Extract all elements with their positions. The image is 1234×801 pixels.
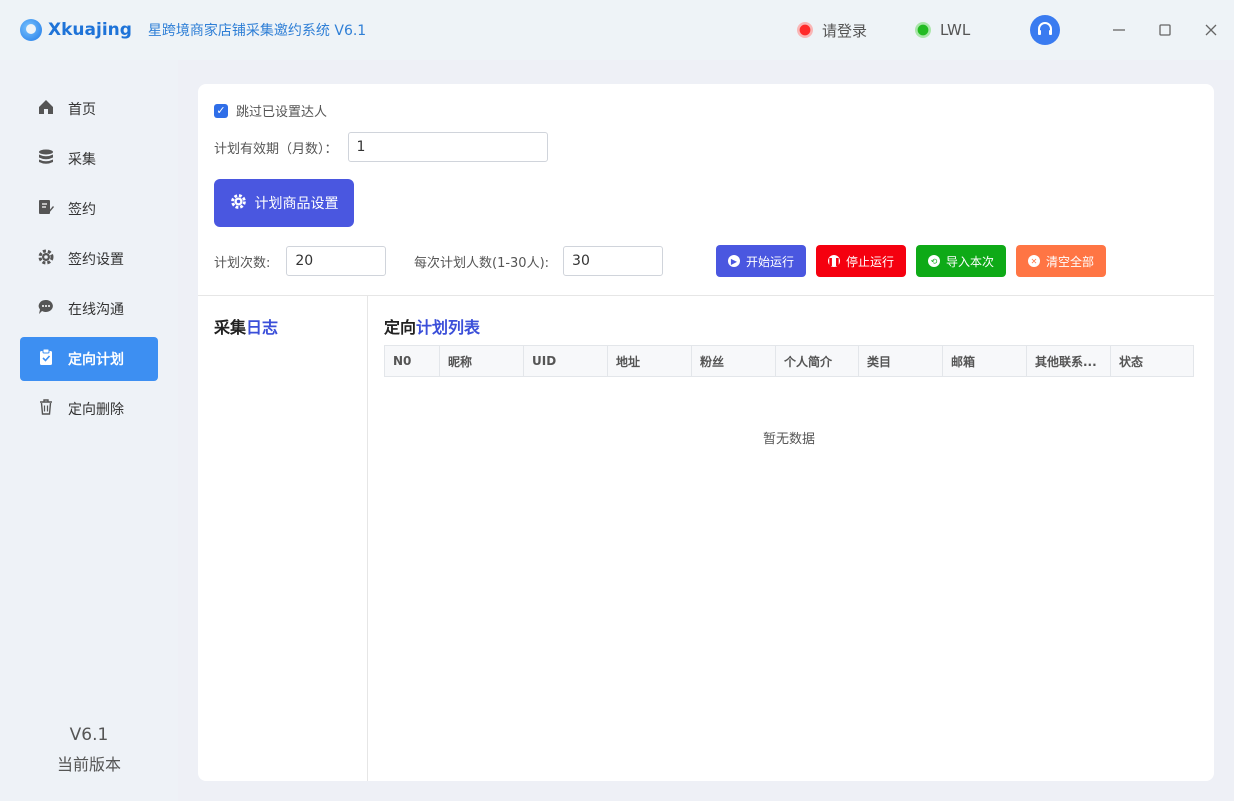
title-bar: Xkuajing 星跨境商家店铺采集邀约系统 V6.1 请登录 LWL [0, 0, 1234, 60]
skip-option[interactable]: ✓ 跳过已设置达人 [214, 101, 327, 120]
minimize-button[interactable] [1107, 18, 1131, 42]
sidebar-item-label: 定向删除 [68, 402, 124, 418]
column-header[interactable]: 个人简介 [776, 346, 859, 376]
sidebar-item-sign-settings[interactable]: 签约设置 [20, 237, 158, 281]
sidebar-item-collect[interactable]: 采集 [20, 137, 158, 181]
version-number: V6.1 [69, 725, 109, 745]
log-title-accent: 日志 [246, 318, 279, 337]
per-plan-row: 每次计划人数(1-30人): 30 [414, 246, 664, 276]
status-dot-green-icon [915, 22, 932, 38]
maximize-button[interactable] [1153, 18, 1177, 42]
gear-icon [36, 248, 56, 270]
version-label: 当前版本 [56, 755, 121, 774]
skip-label: 跳过已设置达人 [236, 105, 328, 120]
per-plan-input[interactable]: 30 [563, 246, 664, 276]
sidebar-item-home[interactable]: 首页 [20, 87, 158, 131]
per-plan-label: 每次计划人数(1-30人): [414, 255, 550, 271]
stop-run-label: 停止运行 [845, 254, 894, 269]
minimize-icon [1113, 29, 1125, 31]
log-title-part: 采集 [214, 318, 247, 337]
sidebar-item-label: 定向计划 [68, 352, 124, 368]
column-header[interactable]: 粉丝 [692, 346, 776, 376]
sidebar-item-sign[interactable]: 签约 [20, 187, 158, 231]
log-title: 采集日志 [214, 314, 278, 338]
horizontal-divider [198, 295, 1214, 296]
clipboard-check-icon [36, 348, 56, 370]
skip-checkbox[interactable]: ✓ [214, 103, 228, 118]
gear-icon [230, 193, 247, 214]
sidebar-item-chat[interactable]: 在线沟通 [20, 287, 158, 331]
trash-icon [36, 398, 56, 420]
validity-row: 计划有效期（月数）： 1 [214, 132, 548, 162]
vertical-divider [367, 295, 368, 781]
import-icon: ⟲ [927, 255, 940, 267]
clear-icon: ✕ [1027, 255, 1040, 267]
column-header[interactable]: UID [524, 346, 608, 376]
empty-state-text: 暂无数据 [762, 432, 815, 447]
import-current-button[interactable]: ⟲ 导入本次 [916, 245, 1006, 277]
user-status[interactable]: LWL [915, 21, 970, 39]
app-logo: Xkuajing [20, 19, 132, 41]
validity-label: 计划有效期（月数）： [214, 141, 338, 157]
plan-count-row: 计划次数: 20 [214, 246, 387, 276]
close-button[interactable] [1199, 18, 1223, 42]
plan-goods-settings-button[interactable]: 计划商品设置 [214, 179, 354, 227]
database-icon [36, 148, 56, 170]
plan-goods-settings-label: 计划商品设置 [254, 196, 339, 212]
close-icon [1205, 24, 1217, 36]
column-header[interactable]: 邮箱 [943, 346, 1027, 376]
maximize-icon [1159, 24, 1171, 36]
stop-run-button[interactable]: ❚❚ 停止运行 [816, 245, 906, 277]
sidebar-item-label: 采集 [68, 152, 96, 168]
column-header[interactable]: 昵称 [440, 346, 524, 376]
login-status-label: 请登录 [822, 21, 868, 40]
home-icon [36, 98, 56, 120]
play-icon: ▶ [727, 255, 740, 267]
customer-service-button[interactable] [1030, 15, 1060, 45]
main-panel: ✓ 跳过已设置达人 计划有效期（月数）： 1 计划商品设置 计划次数: 20 每… [198, 84, 1214, 781]
user-name: LWL [940, 21, 971, 39]
sidebar-item-label: 签约设置 [68, 252, 124, 268]
headset-icon [1038, 22, 1052, 35]
sidebar-item-label: 首页 [68, 102, 96, 118]
plan-list-table-header: N0 昵称 UID 地址 粉丝 个人简介 类目 邮箱 其他联系... 状态 [384, 345, 1194, 377]
edit-doc-icon [36, 198, 56, 220]
sidebar-item-targeted-plan[interactable]: 定向计划 [20, 337, 158, 381]
logo-text: Xkuajing [48, 20, 132, 40]
plan-count-label: 计划次数: [214, 255, 271, 271]
app-title: 星跨境商家店铺采集邀约系统 V6.1 [147, 23, 367, 39]
sidebar-item-label: 签约 [68, 202, 96, 218]
clear-all-button[interactable]: ✕ 清空全部 [1016, 245, 1106, 277]
clear-all-label: 清空全部 [1045, 254, 1094, 269]
column-header[interactable]: N0 [385, 346, 440, 376]
login-status[interactable]: 请登录 [797, 20, 867, 41]
start-run-button[interactable]: ▶ 开始运行 [716, 245, 806, 277]
status-dot-red-icon [797, 22, 813, 38]
import-current-label: 导入本次 [945, 254, 994, 269]
column-header[interactable]: 地址 [608, 346, 692, 376]
sidebar: 首页 采集 签约 签约设置 在线沟通 定向计划 定向删除 V6.1 当前版本 [0, 60, 178, 801]
column-header[interactable]: 其他联系... [1027, 346, 1111, 376]
validity-input[interactable]: 1 [347, 132, 548, 162]
plan-list-title: 定向计划列表 [384, 314, 480, 338]
start-run-label: 开始运行 [745, 254, 794, 269]
sidebar-item-targeted-delete[interactable]: 定向删除 [20, 387, 158, 431]
column-header[interactable]: 状态 [1111, 346, 1193, 376]
plan-count-input[interactable]: 20 [286, 246, 387, 276]
version-info: V6.1 当前版本 [0, 725, 178, 775]
logo-icon [20, 19, 42, 41]
plan-list-title-part: 定向 [384, 318, 417, 337]
sidebar-item-label: 在线沟通 [68, 302, 124, 318]
chat-icon [36, 298, 56, 320]
column-header[interactable]: 类目 [859, 346, 943, 376]
pause-icon: ❚❚ [827, 255, 841, 267]
plan-list-title-accent: 计划列表 [416, 318, 481, 337]
